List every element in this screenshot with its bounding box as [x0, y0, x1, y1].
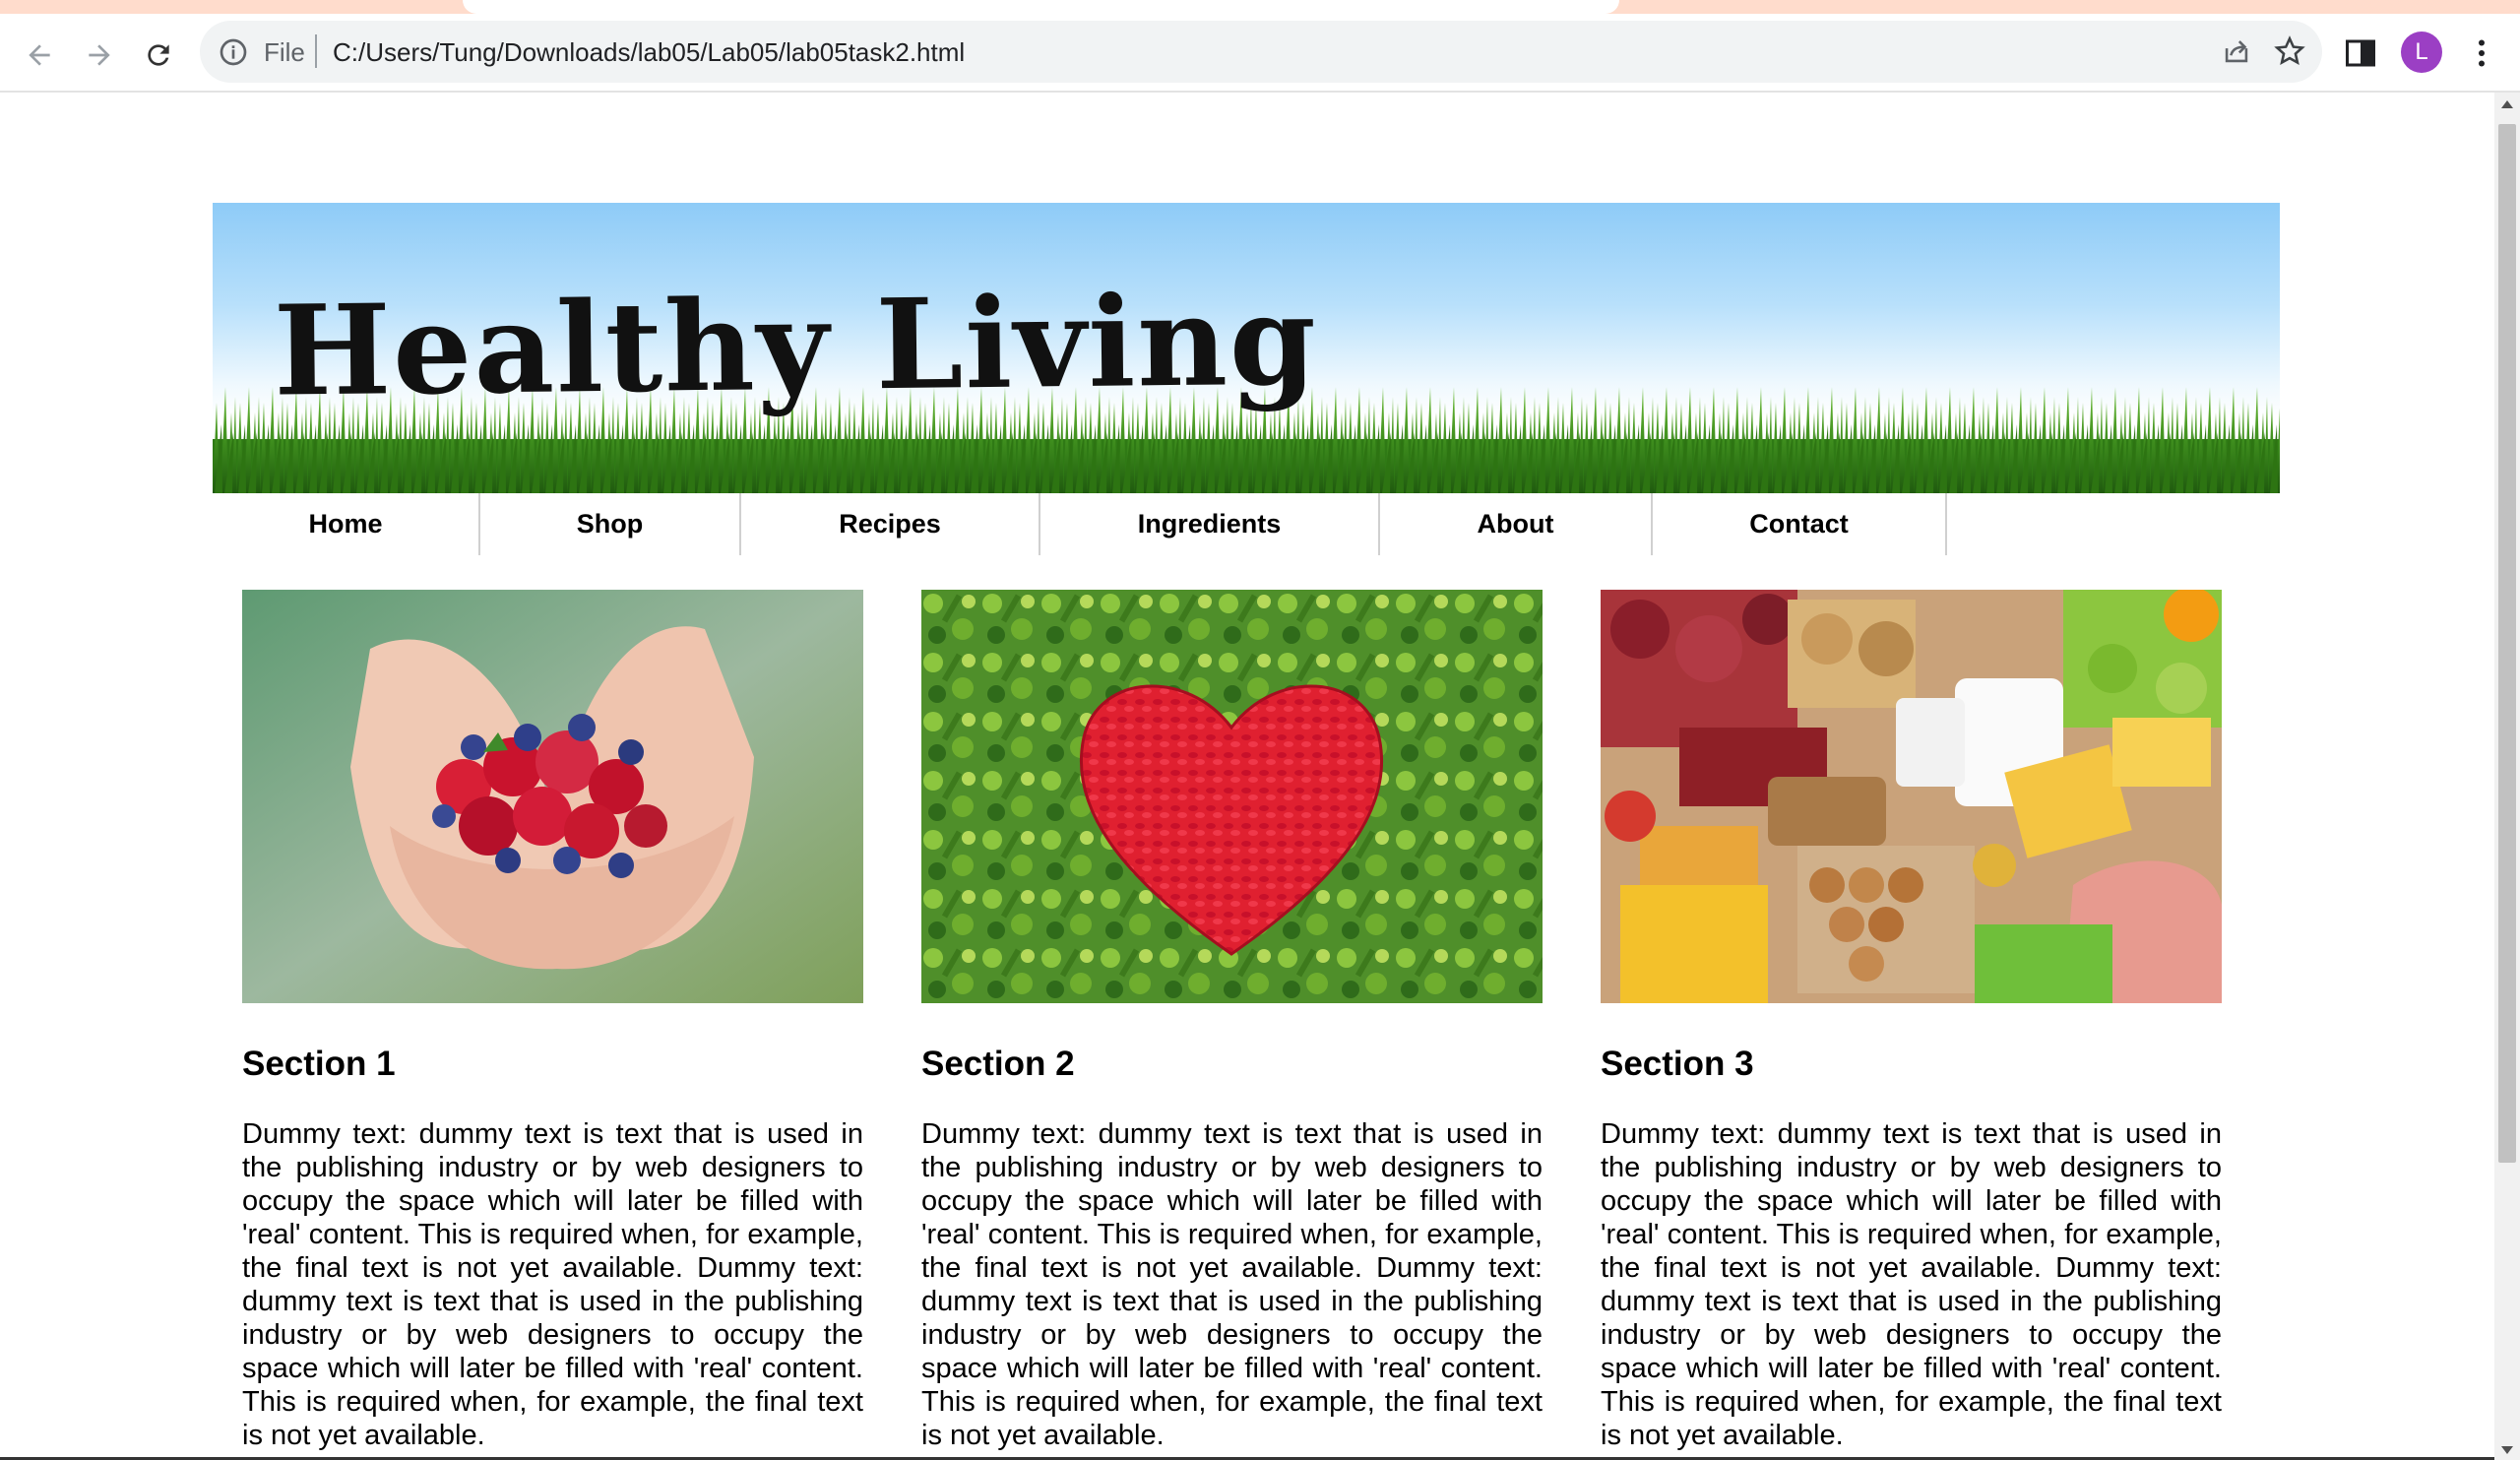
scrollbar-thumb[interactable]: [2498, 124, 2516, 1163]
section-heading: Section 1: [242, 1045, 396, 1083]
page-viewport: Healthy Living Home Shop Recipes Ingredi…: [0, 93, 2494, 1460]
address-bar[interactable]: File C:/Users/Tung/Downloads/lab05/Lab05…: [200, 21, 2322, 83]
nav-recipes[interactable]: Recipes: [741, 493, 1040, 555]
main-nav: Home Shop Recipes Ingredients About Cont…: [213, 493, 1947, 555]
section-text: Dummy text: dummy text is text that is u…: [1601, 1118, 2222, 1451]
section-text: Dummy text: dummy text is text that is u…: [242, 1118, 863, 1451]
url-scheme-label: File: [264, 37, 305, 67]
section-1: Section 1 Dummy text: dummy text is text…: [242, 590, 863, 1452]
bookmark-star-icon[interactable]: [2273, 34, 2306, 68]
reload-icon: [148, 44, 169, 66]
more-menu-icon[interactable]: [2464, 35, 2499, 71]
url-text[interactable]: C:/Users/Tung/Downloads/lab05/Lab05/lab0…: [333, 37, 965, 67]
scroll-down-icon[interactable]: [2501, 1446, 2513, 1454]
reload-button[interactable]: [139, 35, 178, 75]
arrow-left-icon: [29, 44, 50, 66]
section-heading: Section 2: [921, 1045, 1075, 1083]
nav-shop[interactable]: Shop: [480, 493, 741, 555]
nav-home[interactable]: Home: [213, 493, 480, 555]
profile-avatar[interactable]: L: [2401, 32, 2442, 73]
section-text: Dummy text: dummy text is text that is u…: [921, 1118, 1543, 1451]
nav-contact[interactable]: Contact: [1653, 493, 1947, 555]
header-banner: Healthy Living: [213, 203, 2280, 493]
browser-toolbar: File C:/Users/Tung/Downloads/lab05/Lab05…: [0, 14, 2520, 93]
scroll-up-icon[interactable]: [2501, 100, 2513, 108]
back-button[interactable]: [20, 35, 59, 75]
tab-strip: [0, 0, 2520, 14]
side-panel-icon[interactable]: [2343, 35, 2378, 71]
forward-button[interactable]: [80, 35, 119, 75]
url-separator: [315, 34, 317, 68]
berries-in-hands-image: [242, 590, 863, 1003]
site-title: Healthy Living: [273, 267, 1319, 424]
groceries-image: [1601, 590, 2222, 1003]
info-icon[interactable]: [218, 36, 249, 68]
section-2: Section 2 Dummy text: dummy text is text…: [921, 590, 1543, 1452]
nav-about[interactable]: About: [1380, 493, 1653, 555]
vegetable-heart-image: [921, 590, 1543, 1003]
section-heading: Section 3: [1601, 1045, 1754, 1083]
active-tab[interactable]: [463, 0, 1619, 14]
share-icon[interactable]: [2220, 34, 2253, 68]
vertical-scrollbar[interactable]: [2494, 93, 2520, 1460]
section-3: Section 3 Dummy text: dummy text is text…: [1601, 590, 2222, 1452]
arrow-right-icon: [89, 44, 110, 66]
nav-ingredients[interactable]: Ingredients: [1040, 493, 1380, 555]
